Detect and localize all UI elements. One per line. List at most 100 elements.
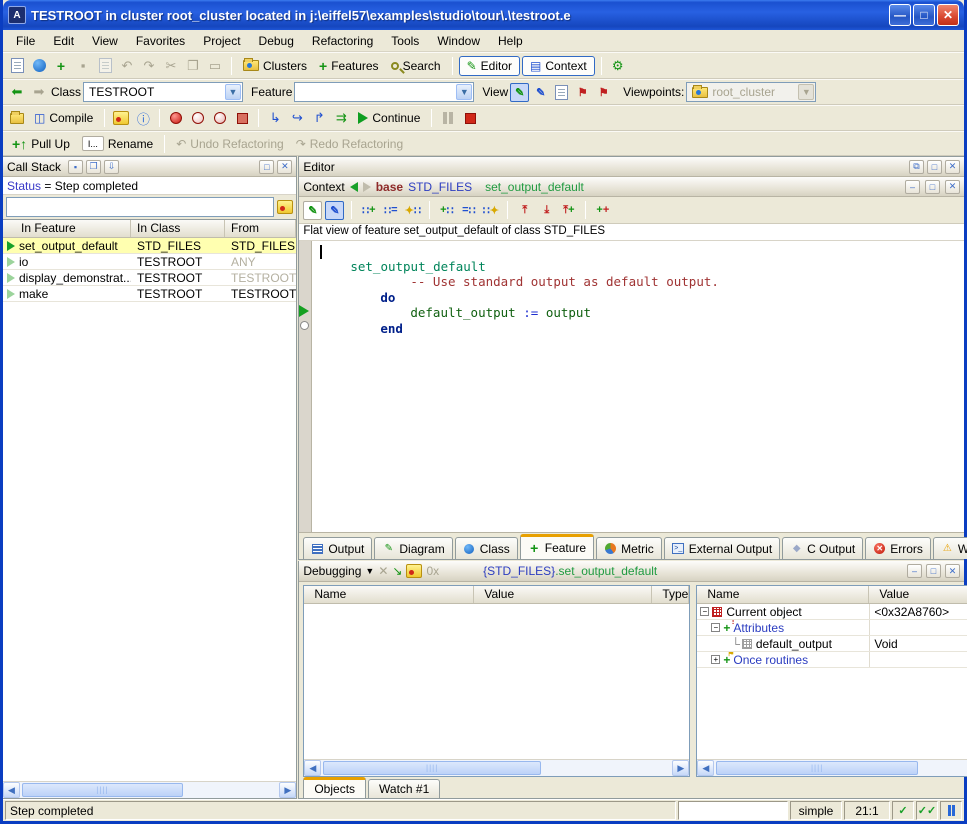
breadcrumb-cluster[interactable]: base xyxy=(376,180,403,194)
context-button[interactable]: ▤ Context xyxy=(522,56,595,76)
call-stack-close-icon[interactable]: ✕ xyxy=(277,160,292,174)
copy-icon[interactable]: ❐ xyxy=(183,56,203,76)
menu-refactoring[interactable]: Refactoring xyxy=(303,32,382,50)
stop-icon[interactable] xyxy=(460,108,480,128)
scroll-left-icon[interactable]: ◀ xyxy=(697,760,714,776)
tab-errors[interactable]: ✕Errors xyxy=(865,537,931,559)
call-stack-row[interactable]: io TESTROOT ANY xyxy=(3,254,296,270)
save-call-stack-icon[interactable]: ▪ xyxy=(68,160,83,174)
menu-file[interactable]: File xyxy=(7,32,44,50)
call-stack-maximize-icon[interactable]: □ xyxy=(259,160,274,174)
step-into-icon[interactable]: ↳ xyxy=(265,108,285,128)
view-flat-icon[interactable] xyxy=(552,83,571,102)
step-over-icon[interactable]: ↪ xyxy=(287,108,307,128)
context-minimize-icon[interactable]: – xyxy=(905,180,920,194)
scroll-thumb[interactable] xyxy=(716,761,918,775)
feature-combo[interactable]: ▼ xyxy=(294,82,474,102)
menu-help[interactable]: Help xyxy=(489,32,532,50)
stack-depth-icon[interactable]: ⇩ xyxy=(104,160,119,174)
menu-window[interactable]: Window xyxy=(428,32,489,50)
save-icon[interactable]: ▪ xyxy=(73,56,93,76)
close-button[interactable]: ✕ xyxy=(937,4,959,26)
call-stack-filter-input[interactable] xyxy=(6,197,274,217)
object-tree-row[interactable]: −Current object <0x32A8760> STD_FILES xyxy=(697,604,967,620)
hex-format-label[interactable]: 0x xyxy=(426,564,439,578)
tab-feature[interactable]: +Feature xyxy=(520,534,594,559)
editor-gutter[interactable] xyxy=(299,241,312,532)
scroll-thumb[interactable] xyxy=(22,783,183,797)
info-icon[interactable]: ⓘ xyxy=(133,108,153,128)
view-basic-text-icon[interactable]: ✎ xyxy=(510,83,529,102)
callees-icon[interactable]: ∷= xyxy=(381,201,400,220)
features-button[interactable]: + Features xyxy=(314,56,384,76)
tab-metric[interactable]: Metric xyxy=(596,537,662,559)
menu-debug[interactable]: Debug xyxy=(250,32,303,50)
locals-col-value[interactable]: Value xyxy=(474,586,652,603)
step-out-icon[interactable]: ↱ xyxy=(309,108,329,128)
breakpoint-slot-icon[interactable] xyxy=(300,321,309,330)
callers-icon[interactable]: ∷+ xyxy=(359,201,378,220)
call-stack-row[interactable]: set_output_default STD_FILES STD_FILES xyxy=(3,238,296,254)
clusters-button[interactable]: Clusters xyxy=(238,56,312,76)
objects-hscrollbar[interactable]: ◀ ▶ xyxy=(697,759,967,776)
scroll-right-icon[interactable]: ▶ xyxy=(279,782,296,798)
ancestors-icon[interactable]: ⤒ xyxy=(515,201,534,220)
class-combo-arrow-icon[interactable]: ▼ xyxy=(225,84,241,100)
paste-icon[interactable]: ▭ xyxy=(205,56,225,76)
continue-button[interactable]: Continue xyxy=(353,108,425,128)
col-in-class[interactable]: In Class xyxy=(131,220,225,237)
view-contract-icon[interactable]: ⚑ xyxy=(573,83,592,102)
view-flat-contract-icon[interactable]: ⚑ xyxy=(594,83,613,102)
objects-col-value[interactable]: Value xyxy=(869,586,967,603)
flat-view-icon[interactable]: ++ xyxy=(593,201,612,220)
menu-favorites[interactable]: Favorites xyxy=(127,32,194,50)
object-tree-row[interactable]: ++⚑Once routines xyxy=(697,652,967,668)
run-icon[interactable]: ⇉ xyxy=(331,108,351,128)
editor-button[interactable]: ✎ Editor xyxy=(459,56,520,76)
locals-hscrollbar[interactable]: ◀ ▶ xyxy=(304,759,689,776)
redo-icon[interactable]: ↷ xyxy=(139,56,159,76)
object-tree-row[interactable]: └default_output Void NONE xyxy=(697,636,967,652)
creators-icon[interactable]: +∷ xyxy=(437,201,456,220)
class-combo[interactable]: TESTROOT ▼ xyxy=(83,82,243,102)
breadcrumb-feature[interactable]: set_output_default xyxy=(485,180,584,194)
save-all-icon[interactable] xyxy=(95,56,115,76)
menu-tools[interactable]: Tools xyxy=(382,32,428,50)
cut-icon[interactable]: ✂ xyxy=(161,56,181,76)
col-in-feature[interactable]: In Feature xyxy=(3,220,131,237)
tab-watch-1[interactable]: Watch #1 xyxy=(368,779,440,798)
call-stack-hscrollbar[interactable]: ◀ ▶ xyxy=(3,781,296,798)
new-item-icon[interactable]: + xyxy=(51,56,71,76)
tab-diagram[interactable]: ✎Diagram xyxy=(374,537,452,559)
exception-icon[interactable] xyxy=(406,564,422,578)
exception-object-icon[interactable] xyxy=(277,200,293,214)
assignees-icon[interactable]: =∷ xyxy=(459,201,478,220)
context-forward-icon[interactable] xyxy=(363,182,371,192)
editor-close-icon[interactable]: ✕ xyxy=(945,160,960,174)
undo-refactoring-button[interactable]: ↶ Undo Refactoring xyxy=(171,134,288,154)
show-breakpoints-icon[interactable] xyxy=(232,108,252,128)
implementers-icon[interactable]: ∷✦ xyxy=(481,201,500,220)
undo-icon[interactable]: ↶ xyxy=(117,56,137,76)
scroll-right-icon[interactable]: ▶ xyxy=(672,760,689,776)
exception-help-icon[interactable] xyxy=(111,108,131,128)
enable-breakpoints-icon[interactable] xyxy=(166,108,186,128)
context-maximize-icon[interactable]: □ xyxy=(925,180,940,194)
expand-icon[interactable]: + xyxy=(711,655,720,664)
maximize-button[interactable]: □ xyxy=(913,4,935,26)
col-from[interactable]: From xyxy=(225,220,296,237)
scroll-thumb[interactable] xyxy=(323,761,541,775)
collapse-icon[interactable]: − xyxy=(711,623,720,632)
debug-maximize-icon[interactable]: □ xyxy=(926,564,941,578)
assigners-icon[interactable]: ✦∷ xyxy=(403,201,422,220)
attach-icon[interactable]: ↘ xyxy=(392,564,402,578)
tab-objects[interactable]: Objects xyxy=(303,777,366,798)
call-stack-row[interactable]: display_demonstrat... TESTROOT TESTROOT xyxy=(3,270,296,286)
disable-breakpoints-icon[interactable] xyxy=(188,108,208,128)
copy-call-stack-icon[interactable]: ❐ xyxy=(86,160,101,174)
editor-maximize-icon[interactable]: □ xyxy=(927,160,942,174)
menu-view[interactable]: View xyxy=(83,32,127,50)
rename-button[interactable]: I... Rename xyxy=(77,133,158,154)
debug-minimize-icon[interactable]: – xyxy=(907,564,922,578)
debug-close-icon[interactable]: ✕ xyxy=(378,564,388,578)
